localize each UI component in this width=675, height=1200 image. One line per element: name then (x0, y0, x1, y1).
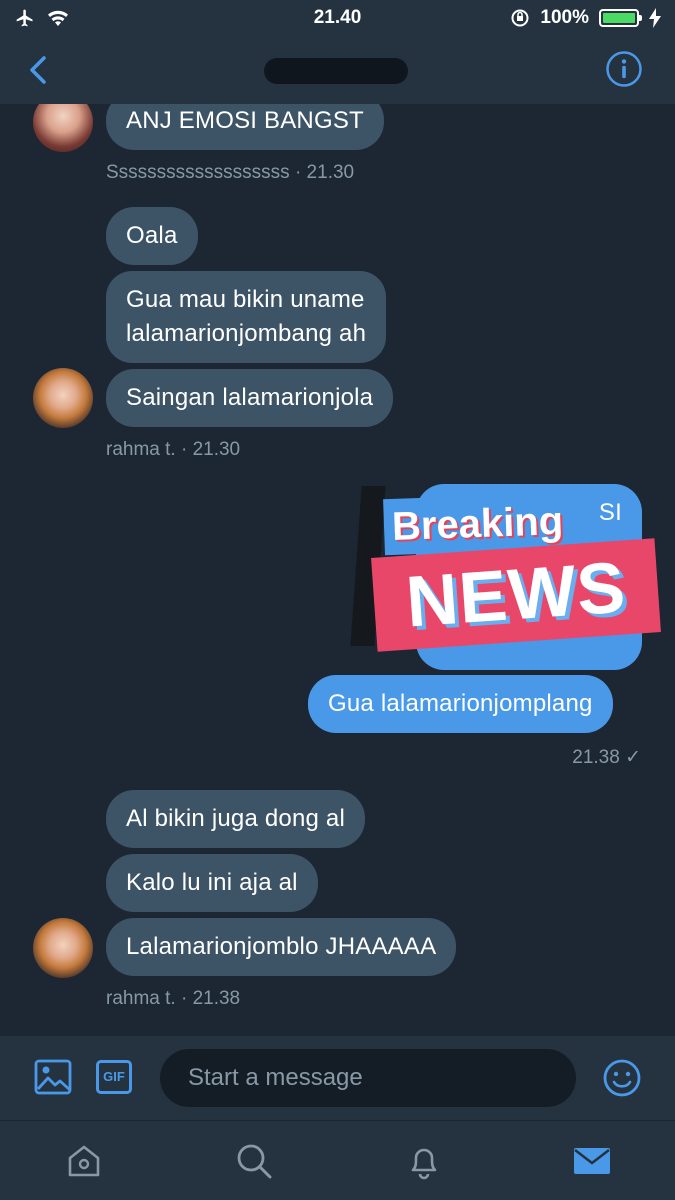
message-bubble[interactable]: Al bikin juga dong al (106, 790, 366, 848)
home-icon[interactable] (64, 1141, 104, 1181)
message-bubble[interactable]: Gua lalamarionjomplang (308, 675, 613, 733)
message-line: lalamarionjombang ah (126, 320, 367, 347)
emoji-icon[interactable] (602, 1058, 642, 1098)
conversation-header (0, 36, 675, 104)
image-icon[interactable] (34, 1058, 72, 1096)
message-bubble[interactable]: Kalo lu ini aja al (106, 854, 318, 912)
avatar[interactable] (33, 918, 93, 978)
avatar[interactable] (33, 368, 93, 428)
battery-icon (599, 9, 642, 27)
mail-icon[interactable] (572, 1141, 612, 1181)
message-bubble[interactable]: Lalamarionjomblo JHAAAAA (106, 918, 457, 976)
tab-bar (0, 1120, 675, 1200)
message-meta: rahma t. · 21.38 (106, 988, 241, 1009)
message-meta: Sssssssssssssssssss · 21.30 (106, 162, 355, 183)
avatar[interactable] (33, 104, 93, 152)
message-bubble[interactable]: ANJ EMOSI BANGST (106, 104, 384, 150)
bell-icon[interactable] (404, 1141, 444, 1181)
status-time: 21.40 (313, 7, 362, 28)
conversation-title-redacted[interactable] (264, 58, 408, 84)
message-line: Gua mau bikin uname (126, 286, 365, 313)
message-composer: GIF Start a message (0, 1036, 675, 1120)
back-icon[interactable] (24, 52, 54, 88)
info-icon[interactable] (605, 50, 643, 88)
message-list[interactable]: ANJ EMOSI BANGST Sssssssssssssssssss · 2… (0, 104, 675, 1036)
message-bubble[interactable]: Saingan lalamarionjola (106, 369, 394, 427)
message-meta: 21.38 ✓ (572, 747, 641, 768)
message-input[interactable]: Start a message (160, 1049, 576, 1107)
gif-button[interactable]: GIF (96, 1060, 132, 1094)
message-bubble[interactable]: Gua mau bikin uname lalamarionjombang ah (106, 271, 387, 363)
breaking-news-sticker[interactable]: Breaking NEWS (350, 486, 664, 656)
message-meta: rahma t. · 21.30 (106, 439, 241, 460)
search-icon[interactable] (234, 1141, 274, 1181)
message-bubble[interactable]: Oala (106, 207, 198, 265)
status-bar: 21.40 100% (0, 0, 675, 36)
sticker-news-label: NEWS (371, 538, 661, 652)
